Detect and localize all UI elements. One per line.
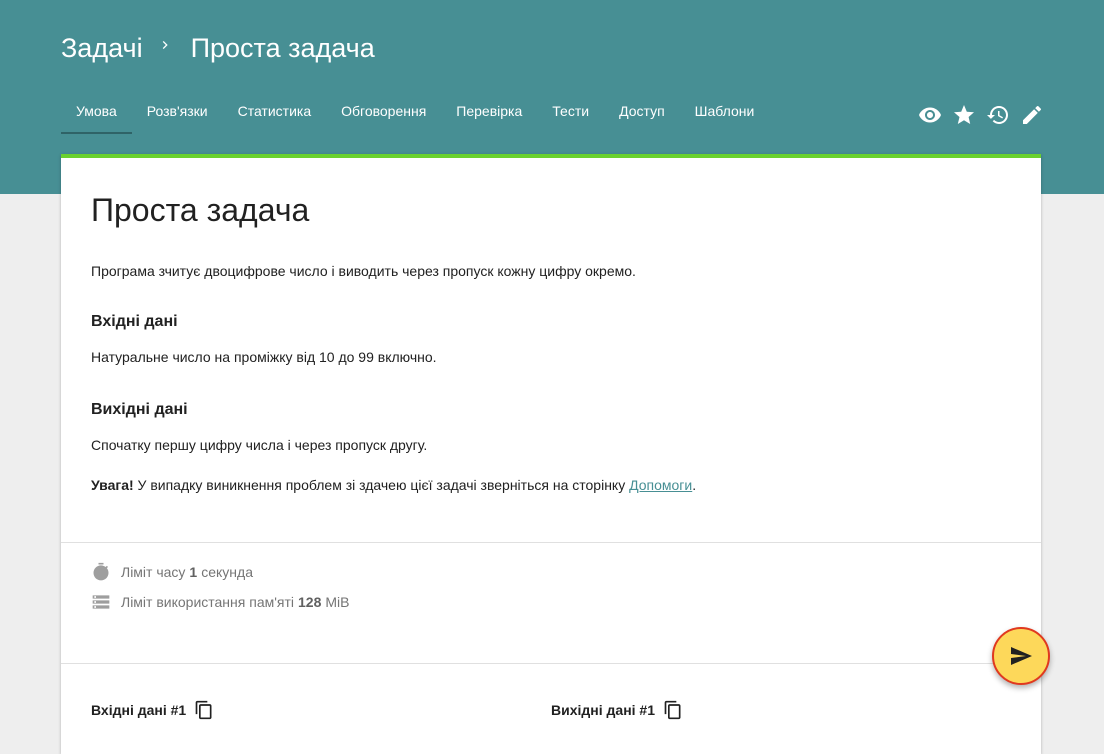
samples-section: Вхідні дані #1 Вихідні дані #1 — [61, 664, 1041, 720]
breadcrumb: Задачі Проста задача — [61, 30, 375, 66]
input-text: Натуральне число на проміжку від 10 до 9… — [91, 349, 437, 365]
tab-templates[interactable]: Шаблони — [680, 96, 770, 132]
memory-limit-label: Ліміт використання пам'яті — [121, 594, 295, 610]
stopwatch-icon — [93, 562, 109, 581]
storage-icon — [92, 595, 110, 609]
problem-statement: Проста задача Програма зчитує двоцифрове… — [61, 158, 1041, 543]
memory-limit: Ліміт використання пам'яті 128 MiB — [91, 592, 1011, 612]
tab-checker[interactable]: Перевірка — [441, 96, 537, 132]
time-limit-label: Ліміт часу — [121, 564, 186, 580]
star-icon[interactable] — [952, 103, 976, 127]
warning-text: Увага! У випадку виникнення проблем зі з… — [91, 475, 1011, 495]
warning-end: . — [692, 477, 697, 493]
sample-input: Вхідні дані #1 — [91, 700, 551, 720]
memory-limit-value: 128 — [298, 594, 322, 610]
warning-bold: Увага! — [91, 477, 134, 493]
tab-access[interactable]: Доступ — [604, 96, 680, 132]
problem-card: Проста задача Програма зчитує двоцифрове… — [61, 154, 1041, 754]
tab-statement[interactable]: Умова — [61, 96, 132, 134]
sample-output: Вихідні дані #1 — [551, 700, 1011, 720]
sample-output-label: Вихідні дані #1 — [551, 702, 655, 718]
history-icon[interactable] — [986, 103, 1010, 127]
submit-solution-button[interactable] — [992, 627, 1050, 685]
breadcrumb-root[interactable]: Задачі — [61, 33, 143, 64]
tab-discussion[interactable]: Обговорення — [326, 96, 441, 132]
copy-icon[interactable] — [194, 700, 214, 720]
time-limit-value: 1 — [189, 564, 198, 580]
tab-bar: Умова Розв'язки Статистика Обговорення П… — [61, 96, 769, 134]
output-text: Спочатку першу цифру числа і через пропу… — [91, 437, 428, 453]
limits-section: Ліміт часу 1 секунда Ліміт використання … — [61, 543, 1041, 664]
input-heading: Вхідні дані — [91, 313, 178, 330]
tab-solutions[interactable]: Розв'язки — [132, 96, 223, 132]
problem-description: Програма зчитує двоцифрове число і вивод… — [91, 263, 636, 279]
output-heading: Вихідні дані — [91, 401, 188, 418]
eye-icon[interactable] — [918, 103, 942, 127]
edit-icon[interactable] — [1020, 103, 1044, 127]
chevron-right-icon — [162, 41, 168, 49]
time-limit-unit: секунда — [201, 564, 253, 580]
sample-input-label: Вхідні дані #1 — [91, 702, 187, 718]
send-icon — [1011, 647, 1032, 665]
copy-icon[interactable] — [663, 700, 683, 720]
memory-limit-unit: MiB — [325, 594, 350, 610]
time-limit: Ліміт часу 1 секунда — [91, 562, 1011, 582]
problem-title: Проста задача — [91, 192, 310, 228]
tab-statistics[interactable]: Статистика — [223, 96, 327, 132]
tab-tests[interactable]: Тести — [537, 96, 604, 132]
toolbar — [918, 103, 1044, 127]
help-link[interactable]: Допомоги — [629, 477, 692, 493]
breadcrumb-current: Проста задача — [190, 32, 375, 63]
warning-body: У випадку виникнення проблем зі здачею ц… — [133, 477, 630, 493]
